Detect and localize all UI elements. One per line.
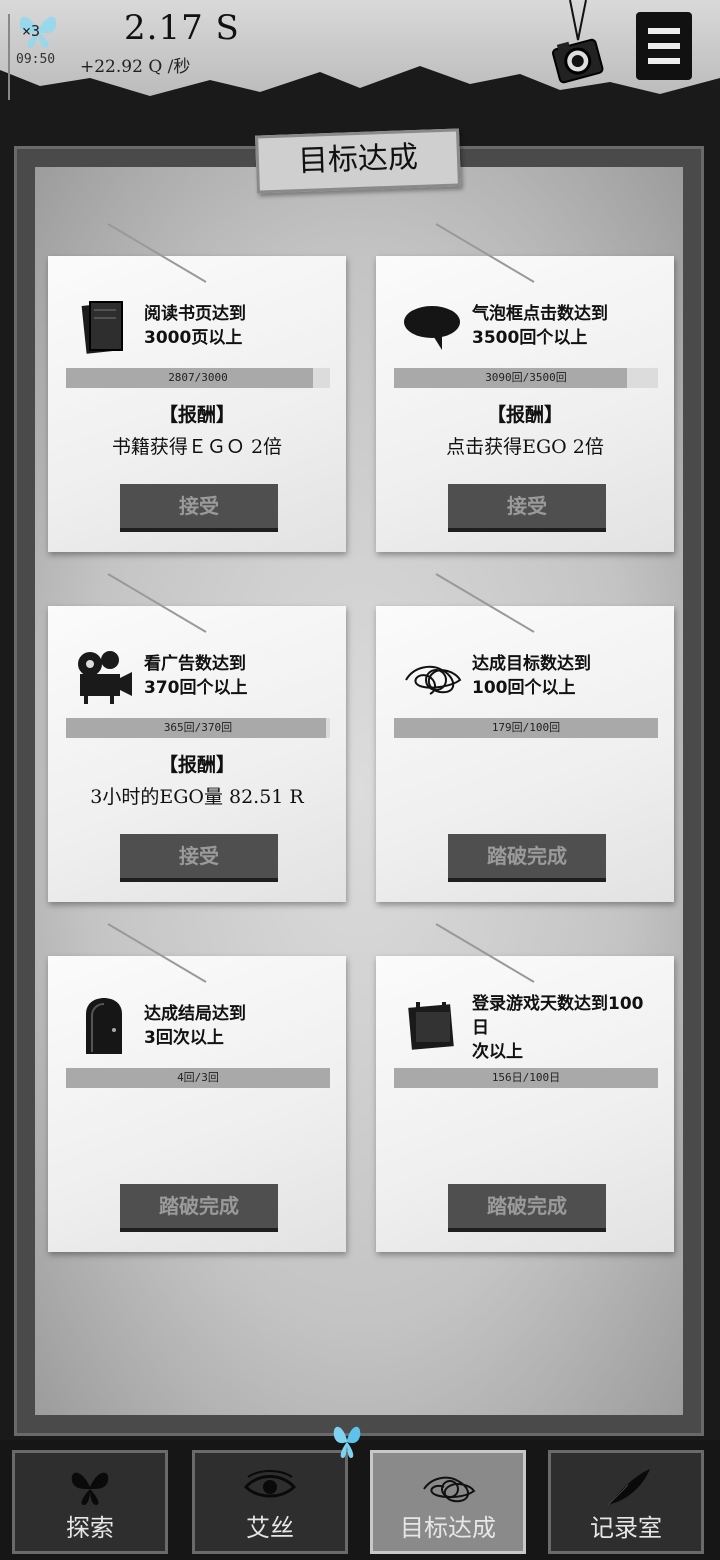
butterfly-icon [71,1472,109,1505]
completed-button[interactable]: 踏破完成 [448,834,606,882]
nav-label: 探索 [66,1514,114,1542]
progress-text: 3090回/3500回 [485,371,567,384]
goal-title-line: 370回个以上 [144,678,248,698]
menu-icon [648,28,680,34]
goal-title: 阅读书页达到 3000页以上 [144,302,340,350]
menu-icon-line [648,58,680,64]
calendar-icon [408,1002,454,1050]
progress-bar: 2807/3000 [66,368,330,388]
goal-title-line: 阅读书页达到 [144,304,246,324]
goal-card-login-days: 登录游戏天数达到100 日 次以上 156日/100日 踏破完成 [376,923,674,1252]
book-icon [81,301,123,354]
progress-text: 2807/3000 [168,371,228,384]
goal-title-line: 3回次以上 [144,1028,224,1048]
reward-description: 点击获得EGO 2倍 [446,436,604,458]
progress-text: 365回/370回 [163,721,233,734]
accept-button[interactable]: 接受 [120,484,278,532]
goal-title: 看广告数达到 370回个以上 [144,652,340,700]
reward-description: 书籍获得ＥＧＯ 2倍 [111,436,283,458]
goal-card-watch-ads: 看广告数达到 370回个以上 365回/370回 【报酬】 3小时的EGO量 8… [48,573,346,902]
goal-title: 气泡框点击数达到 3500回个以上 [472,302,668,350]
progress-text: 179回/100回 [491,721,561,734]
accept-button[interactable]: 接受 [120,834,278,882]
reward-heading: 【报酬】 [158,404,235,426]
camera-icon[interactable] [548,0,608,90]
progress-bar: 365回/370回 [66,718,330,738]
top-hud: ×3 09:50 2.17 S +22.92 Q /秒 [0,0,720,140]
menu-icon-line [648,43,680,49]
goal-card-goals-achieved: 达成目标数达到 100回个以上 179回/100回 踏破完成 [376,573,674,902]
nav-label: 目标达成 [400,1514,496,1542]
multiplier-label: ×3 [22,22,41,40]
door-icon [86,998,122,1054]
goal-title-line: 气泡框点击数达到 [472,304,608,324]
butterfly-icon [333,1426,361,1458]
scribble-icon [423,1476,476,1503]
goal-title-line: 看广告数达到 [144,654,246,674]
scribble-goal-icon [405,665,462,695]
film-projector-icon [78,651,132,704]
nav-tab-goals[interactable]: 目标达成 [370,1450,526,1554]
nav-tab-explore[interactable]: 探索 [12,1450,168,1554]
progress-bar: 4回/3回 [66,1068,330,1088]
goal-title: 登录游戏天数达到100 日 次以上 [472,992,668,1064]
reward-heading: 【报酬】 [158,754,235,776]
progress-bar: 156日/100日 [394,1068,658,1088]
goal-title-line: 日 [472,1018,489,1038]
goal-title: 达成目标数达到 100回个以上 [472,652,668,700]
nav-tab-records[interactable]: 记录室 [548,1450,704,1554]
progress-bar: 179回/100回 [394,718,658,738]
goal-title-line: 3000页以上 [144,328,243,348]
completed-button[interactable]: 踏破完成 [448,1184,606,1232]
menu-button[interactable] [636,12,692,80]
completed-button[interactable]: 踏破完成 [120,1184,278,1232]
goal-title-line: 登录游戏天数达到100 [472,994,644,1014]
goal-title-line: 达成结局达到 [144,1004,246,1024]
goal-title-line: 达成目标数达到 [472,654,591,674]
goal-card-read-pages: 阅读书页达到 3000页以上 2807/3000 【报酬】 书籍获得ＥＧＯ 2倍… [48,223,346,552]
nav-tab-aisi[interactable]: 艾丝 [192,1450,348,1554]
progress-text: 4回/3回 [177,1071,219,1084]
progress-bar: 3090回/3500回 [394,368,658,388]
speech-bubble-icon [404,306,460,350]
reward-description: 3小时的EGO量 82.51 R [90,786,304,808]
clock-label: 09:50 [16,52,56,67]
eye-icon [243,1470,297,1498]
currency-rate: +22.92 Q /秒 [80,57,191,77]
goal-title-line: 3500回个以上 [472,328,588,348]
goal-title-line: 100回个以上 [472,678,576,698]
progress-text: 156日/100日 [491,1071,561,1084]
nav-label: 艾丝 [246,1514,294,1542]
nav-label: 记录室 [590,1514,662,1542]
board-title: 目标达成 [255,128,461,194]
goal-title: 达成结局达到 3回次以上 [144,1002,340,1050]
hud-divider [8,14,10,100]
goal-title-line: 次以上 [472,1042,523,1062]
goal-card-bubble-clicks: 气泡框点击数达到 3500回个以上 3090回/3500回 【报酬】 点击获得E… [376,223,674,552]
currency-total: 2.17 S [124,8,240,48]
goal-card-endings: 达成结局达到 3回次以上 4回/3回 踏破完成 [48,923,346,1252]
reward-heading: 【报酬】 [486,404,563,426]
accept-button[interactable]: 接受 [448,484,606,532]
quill-icon [607,1469,650,1506]
